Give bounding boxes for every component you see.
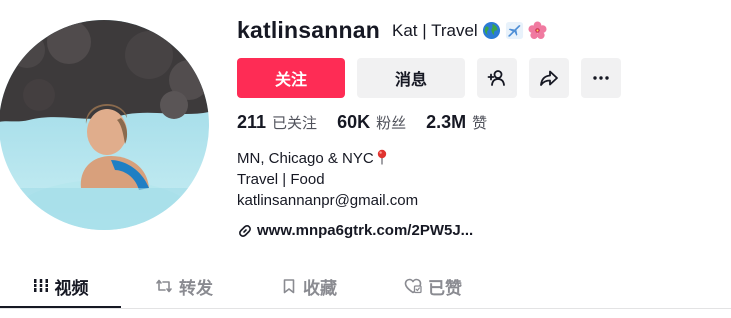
stats-row: 211 已关注 60K 粉丝 2.3M 赞: [237, 112, 507, 133]
follow-button[interactable]: 关注: [237, 58, 345, 98]
more-button[interactable]: [581, 58, 621, 98]
avatar-image: [0, 20, 209, 230]
username: katlinsannan: [237, 17, 380, 43]
bio-location-text: MN, Chicago & NYC: [237, 150, 374, 167]
repost-icon: [156, 279, 172, 293]
tabs-divider: [0, 308, 731, 309]
bio-line-location: MN, Chicago & NYC: [237, 148, 418, 169]
action-buttons: 关注 消息: [237, 58, 621, 98]
followers-count: 60K: [337, 112, 371, 132]
add-friend-button[interactable]: [477, 58, 517, 98]
following-stat[interactable]: 211 已关注: [237, 112, 317, 133]
following-label: 已关注: [272, 115, 318, 132]
bio: MN, Chicago & NYC Travel | Food katlinsa…: [237, 148, 418, 211]
name-row: katlinsannan Kat | Travel: [237, 17, 547, 44]
tab-videos-label: 视频: [54, 278, 89, 298]
tab-liked-label: 已赞: [428, 278, 462, 298]
globe-icon: [482, 21, 501, 40]
likes-stat: 2.3M 赞: [426, 112, 487, 133]
share-button[interactable]: [529, 58, 569, 98]
likes-count: 2.3M: [426, 112, 467, 132]
nickname: Kat | Travel: [392, 20, 478, 40]
bookmark-icon: [283, 279, 295, 294]
profile-link[interactable]: www.mnpa6gtrk.com/2PW5J...: [237, 222, 473, 239]
share-icon: [540, 70, 558, 86]
following-count: 211: [237, 112, 267, 132]
likes-label: 赞: [472, 115, 488, 132]
tab-reposts-label: 转发: [179, 278, 213, 298]
message-button[interactable]: 消息: [357, 58, 465, 98]
add-friend-icon: [487, 70, 505, 86]
tab-videos[interactable]: 视频: [0, 266, 121, 306]
pin-icon: [376, 149, 388, 165]
airplane-icon: [505, 21, 524, 40]
bio-line-email: katlinsannanpr@gmail.com: [237, 192, 419, 209]
more-icon: [593, 76, 609, 80]
link-icon: [239, 224, 251, 237]
tab-favorites[interactable]: 收藏: [255, 266, 363, 306]
tab-favorites-label: 收藏: [303, 278, 337, 298]
profile-tabs: 视频 转发 收藏 已赞: [0, 266, 731, 310]
tab-reposts[interactable]: 转发: [130, 266, 238, 306]
followers-label: 粉丝: [376, 115, 407, 132]
tab-liked[interactable]: 已赞: [379, 266, 487, 306]
avatar[interactable]: [0, 20, 209, 230]
bio-line-interests: Travel | Food: [237, 171, 325, 188]
followers-stat[interactable]: 60K 粉丝: [337, 112, 406, 133]
link-text: www.mnpa6gtrk.com/2PW5J...: [257, 222, 474, 239]
liked-heart-icon: [404, 278, 422, 294]
grid-icon: [33, 279, 48, 292]
hibiscus-icon: [528, 21, 547, 40]
